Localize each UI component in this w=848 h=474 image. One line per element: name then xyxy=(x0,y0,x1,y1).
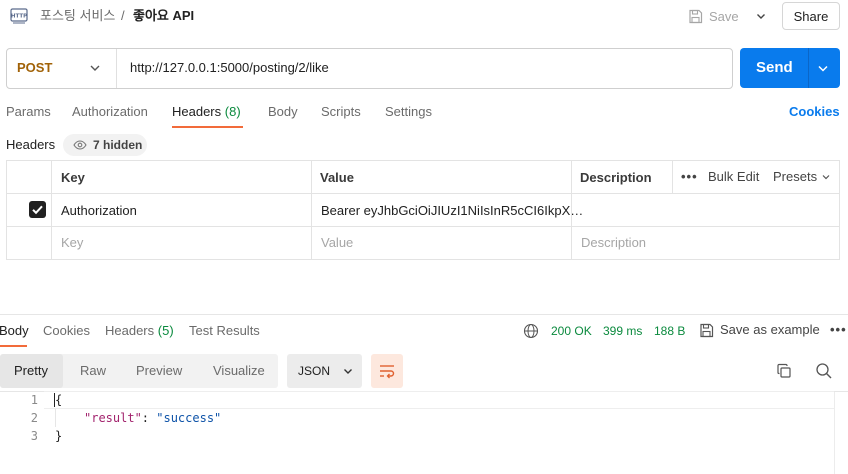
search-icon[interactable] xyxy=(815,362,833,380)
code-line: 1 { xyxy=(0,391,848,409)
copy-icon[interactable] xyxy=(776,363,792,379)
active-tab-indicator xyxy=(172,126,243,128)
line-number: 1 xyxy=(30,393,38,407)
table-col-divider xyxy=(311,160,312,260)
bulk-edit-button[interactable]: Bulk Edit xyxy=(708,169,759,185)
cookies-link[interactable]: Cookies xyxy=(789,104,840,120)
table-col-divider xyxy=(51,160,52,260)
line-number: 3 xyxy=(30,429,38,443)
view-tab-preview[interactable]: Preview xyxy=(136,363,182,379)
response-tab-headers[interactable]: Headers (5) xyxy=(105,323,174,339)
line-number: 2 xyxy=(30,411,38,425)
view-tab-pretty[interactable]: Pretty xyxy=(14,363,48,379)
code-line: 2 "result": "success" xyxy=(0,409,848,427)
tab-headers[interactable]: Headers (8) xyxy=(172,104,241,120)
save-as-example-button[interactable]: Save as example xyxy=(699,322,820,338)
send-divider xyxy=(808,48,809,88)
presets-dropdown[interactable]: Presets xyxy=(773,169,831,185)
header-value-cell[interactable]: Bearer eyJhbGciOiJIUzI1NiIsInR5cCI6IkpX… xyxy=(321,203,583,219)
chevron-down-icon xyxy=(344,369,353,374)
json-colon: : xyxy=(141,411,157,425)
header-enabled-checkbox[interactable] xyxy=(29,201,46,218)
hidden-headers-count: 7 hidden xyxy=(93,138,143,152)
save-icon xyxy=(689,9,703,23)
response-tab-test-results[interactable]: Test Results xyxy=(189,323,260,339)
save-as-example-label: Save as example xyxy=(720,322,820,337)
svg-text:HTTP: HTTP xyxy=(11,14,27,20)
tab-authorization[interactable]: Authorization xyxy=(72,104,148,120)
column-header-key: Key xyxy=(61,170,85,185)
tab-headers-label: Headers xyxy=(172,104,222,119)
save-icon xyxy=(700,323,714,337)
breadcrumb-parent[interactable]: 포스팅 서비스 xyxy=(40,8,115,24)
text-cursor xyxy=(54,393,55,407)
table-row-divider xyxy=(6,193,840,194)
header-key-cell[interactable]: Authorization xyxy=(61,203,137,219)
method-chevron-down-icon[interactable] xyxy=(88,60,102,76)
code-text: "result": "success" xyxy=(84,409,221,427)
wrap-lines-button[interactable] xyxy=(371,354,403,388)
view-tab-raw[interactable]: Raw xyxy=(80,363,106,379)
table-row-divider xyxy=(6,226,840,227)
response-time[interactable]: 399 ms xyxy=(603,323,642,339)
view-tab-visualize[interactable]: Visualize xyxy=(213,363,265,379)
response-status[interactable]: 200 OK xyxy=(551,323,592,339)
share-button[interactable]: Share xyxy=(782,2,840,30)
new-header-description-input[interactable]: Description xyxy=(581,235,646,251)
tab-params[interactable]: Params xyxy=(6,104,51,120)
active-response-tab-indicator xyxy=(0,345,27,347)
response-tab-headers-label: Headers xyxy=(105,323,155,338)
save-options-button[interactable] xyxy=(750,3,772,29)
column-header-value: Value xyxy=(320,170,354,185)
url-input[interactable]: http://127.0.0.1:5000/posting/2/like xyxy=(130,60,329,76)
tab-body[interactable]: Body xyxy=(268,104,298,120)
breadcrumb-current[interactable]: 좋아요 API xyxy=(133,8,194,24)
save-button[interactable]: Save xyxy=(688,4,739,28)
chevron-down-icon xyxy=(757,14,765,19)
hidden-headers-toggle[interactable]: 7 hidden xyxy=(63,134,147,156)
response-more-options-icon[interactable]: ••• xyxy=(830,322,847,337)
code-text: } xyxy=(55,429,63,443)
check-icon xyxy=(32,205,43,215)
more-options-icon[interactable]: ••• xyxy=(681,169,698,185)
response-size[interactable]: 188 B xyxy=(654,323,685,339)
format-select-label: JSON xyxy=(298,364,331,378)
format-select[interactable]: JSON xyxy=(287,354,362,388)
headers-section-label: Headers xyxy=(6,137,56,152)
breadcrumb-separator: / xyxy=(121,8,125,23)
column-header-description: Description xyxy=(580,170,652,185)
method-select[interactable]: POST xyxy=(17,60,52,76)
send-label[interactable]: Send xyxy=(756,59,793,77)
json-key: "result" xyxy=(84,411,142,425)
response-tab-cookies[interactable]: Cookies xyxy=(43,323,90,339)
chevron-down-icon xyxy=(822,175,830,180)
section-divider xyxy=(0,314,848,315)
tab-settings[interactable]: Settings xyxy=(385,104,432,120)
response-tab-headers-count: (5) xyxy=(157,323,174,338)
code-line: 3 } xyxy=(0,427,848,445)
globe-icon[interactable] xyxy=(523,323,539,339)
new-header-key-input[interactable]: Key xyxy=(61,235,83,251)
method-divider xyxy=(116,49,117,88)
new-header-value-input[interactable]: Value xyxy=(321,235,353,251)
tab-headers-count: (8) xyxy=(224,104,241,119)
eye-icon xyxy=(73,140,87,150)
code-text: { xyxy=(55,393,63,407)
table-col-divider xyxy=(672,160,673,193)
json-value: "success" xyxy=(156,411,222,425)
presets-label: Presets xyxy=(773,169,818,184)
wrap-text-icon xyxy=(380,365,395,379)
save-label: Save xyxy=(709,8,739,24)
http-icon: HTTP xyxy=(10,8,28,24)
send-options-chevron-down-icon[interactable] xyxy=(815,60,831,76)
tab-scripts[interactable]: Scripts xyxy=(321,104,361,120)
response-tab-body[interactable]: Body xyxy=(0,323,29,339)
